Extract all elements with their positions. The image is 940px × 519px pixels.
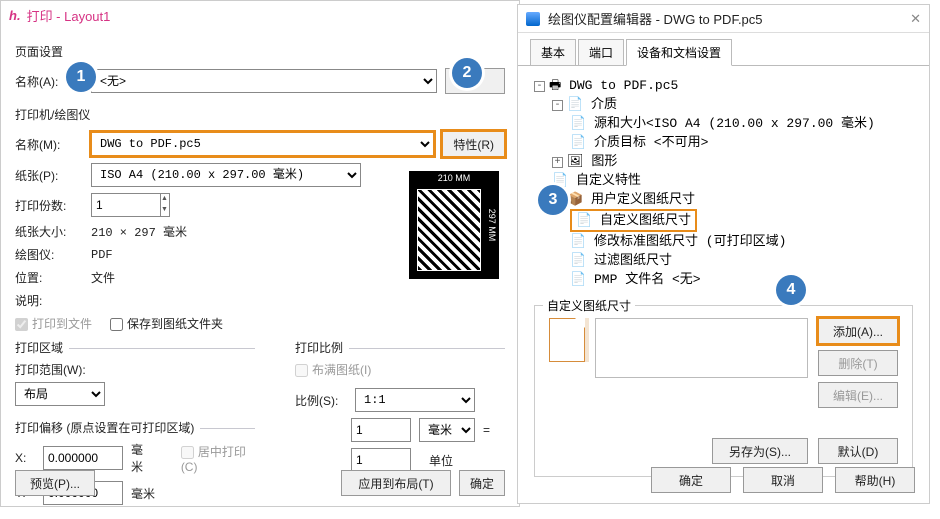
section-print-area: 打印区域 [15,339,69,356]
callout-badge-4: 4 [776,275,806,305]
section-printer: 打印机/绘图仪 [15,106,505,123]
paper-preview: 210 MM 297 MM [409,171,499,279]
label-x: X: [15,451,35,465]
edit-button[interactable]: 编辑(E)... [818,382,898,408]
value-plotter: PDF [91,248,113,262]
save-as-button[interactable]: 另存为(S)... [712,438,808,464]
label-paper-size: 纸张大小: [15,223,83,240]
save-to-folder-checkbox[interactable]: 保存到图纸文件夹 [110,315,223,332]
offset-x-input[interactable] [43,446,123,470]
ratio-unit-select[interactable]: 毫米 [419,418,475,442]
help-button[interactable]: 帮助(H) [835,467,915,493]
preview-button[interactable]: 预览(P)... [15,470,95,496]
tree-custom-props[interactable]: 自定义特性 [576,173,641,188]
ratio-numerator-input[interactable] [351,418,411,442]
tree-media-src[interactable]: 源和大小<ISO A4 (210.00 x 297.00 毫米) [594,116,875,131]
window-icon [526,12,540,26]
preview-width: 210 MM [438,173,471,183]
value-paper-size: 210 × 297 毫米 [91,223,187,240]
tree-pmp[interactable]: PMP 文件名 <无> [594,272,701,287]
callout-badge-3: 3 [538,185,568,215]
value-location: 文件 [91,269,115,286]
copies-stepper[interactable]: ▲▼ [91,193,170,217]
ratio-denominator-input[interactable] [351,448,411,472]
tab-port[interactable]: 端口 [578,39,624,65]
titlebar: h. 打印 - Layout1 [1,1,519,29]
section-page-setup: 页面设置 [15,43,505,60]
panel-title: 自定义图纸尺寸 [543,297,635,314]
section-scale: 打印比例 [295,339,349,356]
properties-button[interactable]: 特性(R) [442,131,505,157]
print-to-file-checkbox[interactable]: 打印到文件 [15,315,92,332]
apply-to-layout-button[interactable]: 应用到布局(T) [341,470,451,496]
tab-devdoc[interactable]: 设备和文档设置 [626,39,732,66]
printer-name-select[interactable]: DWG to PDF.pc5 [91,132,434,156]
plotter-window-title: 绘图仪配置编辑器 - DWG to PDF.pc5 [548,9,910,28]
center-print-checkbox[interactable]: 居中打印(C) [181,443,255,474]
paper-thumb-icon [549,318,585,362]
config-tree[interactable]: -🖶 DWG to PDF.pc5 -📄 介质 📄 源和大小<ISO A4 (2… [518,66,929,293]
app-logo-icon: h. [9,8,21,23]
label-ratio: 比例(S): [295,392,347,409]
tree-custom-paper[interactable]: 自定义图纸尺寸 [600,213,691,228]
add-button[interactable]: 添加(A)... [818,318,898,344]
label-unit: 单位 [429,452,453,469]
close-icon[interactable]: ✕ [910,11,921,27]
label-copies: 打印份数: [15,197,83,214]
ok-button-print[interactable]: 确定 [459,470,505,496]
label-paper: 纸张(P): [15,167,83,184]
titlebar-plotter: 绘图仪配置编辑器 - DWG to PDF.pc5 ✕ [518,5,929,33]
window-title: 打印 - Layout1 [27,6,511,25]
label-range: 打印范围(W): [15,361,255,378]
custom-paper-panel: 自定义图纸尺寸 添加(A)... 删除(T) 编辑(E)... 另存为(S)..… [534,305,913,477]
label-desc: 说明: [15,292,83,309]
delete-button[interactable]: 删除(T) [818,350,898,376]
label-plotter: 绘图仪: [15,246,83,263]
paper-select[interactable]: ISO A4 (210.00 x 297.00 毫米) [91,163,361,187]
cancel-button[interactable]: 取消 [743,467,823,493]
tree-graphics[interactable]: 图形 [591,154,617,169]
tree-user-paper[interactable]: 用户定义图纸尺寸 [591,192,695,207]
label-location: 位置: [15,269,83,286]
range-select[interactable]: 布局 [15,382,105,406]
fit-paper-checkbox[interactable]: 布满图纸(I) [295,361,505,378]
callout-badge-2: 2 [452,58,482,88]
ok-button[interactable]: 确定 [651,467,731,493]
tree-filter-paper[interactable]: 过滤图纸尺寸 [594,253,672,268]
tree-root[interactable]: DWG to PDF.pc5 [569,78,678,93]
default-button[interactable]: 默认(D) [818,438,898,464]
paper-list[interactable] [595,318,808,378]
equals-sign: = [483,423,490,437]
preview-height: 297 MM [487,209,497,242]
tree-media[interactable]: 介质 [591,97,617,112]
ratio-select[interactable]: 1:1 [355,388,475,412]
tab-strip: 基本 端口 设备和文档设置 [518,33,929,66]
tree-media-dst[interactable]: 介质目标 <不可用> [594,135,708,150]
tree-modify-std[interactable]: 修改标准图纸尺寸 (可打印区域) [594,234,786,249]
page-setup-name-select[interactable]: <无> [91,69,437,93]
tab-basic[interactable]: 基本 [530,39,576,65]
section-offset: 打印偏移 (原点设置在可打印区域) [15,419,200,436]
plotter-config-dialog: 绘图仪配置编辑器 - DWG to PDF.pc5 ✕ 基本 端口 设备和文档设… [517,4,930,504]
label-name-m: 名称(M): [15,136,83,153]
callout-badge-1: 1 [66,62,96,92]
copies-input[interactable] [91,193,161,217]
